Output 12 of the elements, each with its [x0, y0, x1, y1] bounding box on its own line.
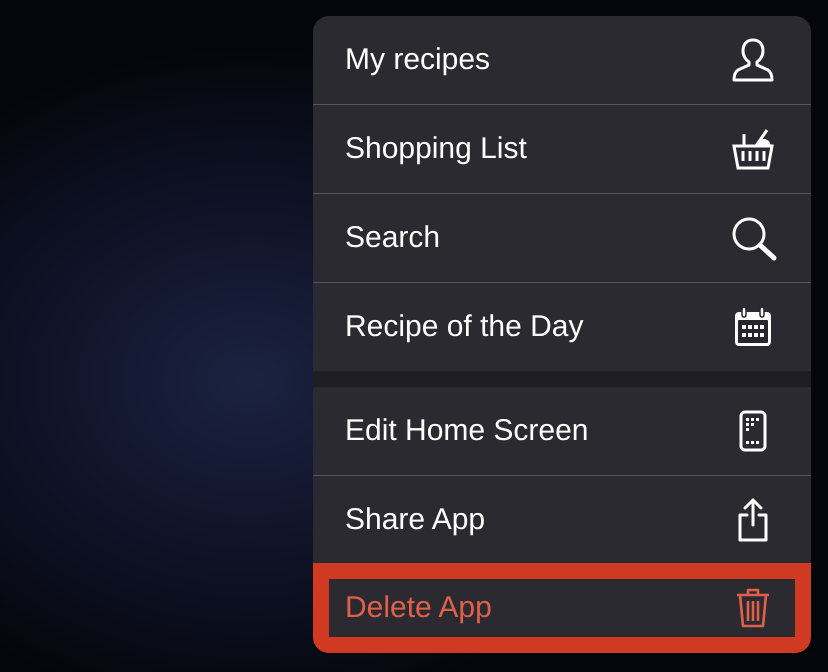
menu-item[interactable]: Delete App: [313, 563, 811, 653]
share-icon: [736, 498, 770, 542]
menu-item[interactable]: Search: [313, 193, 811, 282]
menu-item[interactable]: My recipes: [313, 16, 811, 104]
calendar-icon: [733, 306, 773, 348]
menu-item[interactable]: Share App: [313, 475, 811, 564]
menu-item[interactable]: Edit Home Screen: [313, 387, 811, 475]
basket-icon: [730, 126, 776, 172]
phone-icon: [739, 410, 767, 452]
menu-item[interactable]: Shopping List: [313, 104, 811, 193]
person-icon: [730, 37, 776, 83]
trash-icon: [735, 588, 771, 628]
